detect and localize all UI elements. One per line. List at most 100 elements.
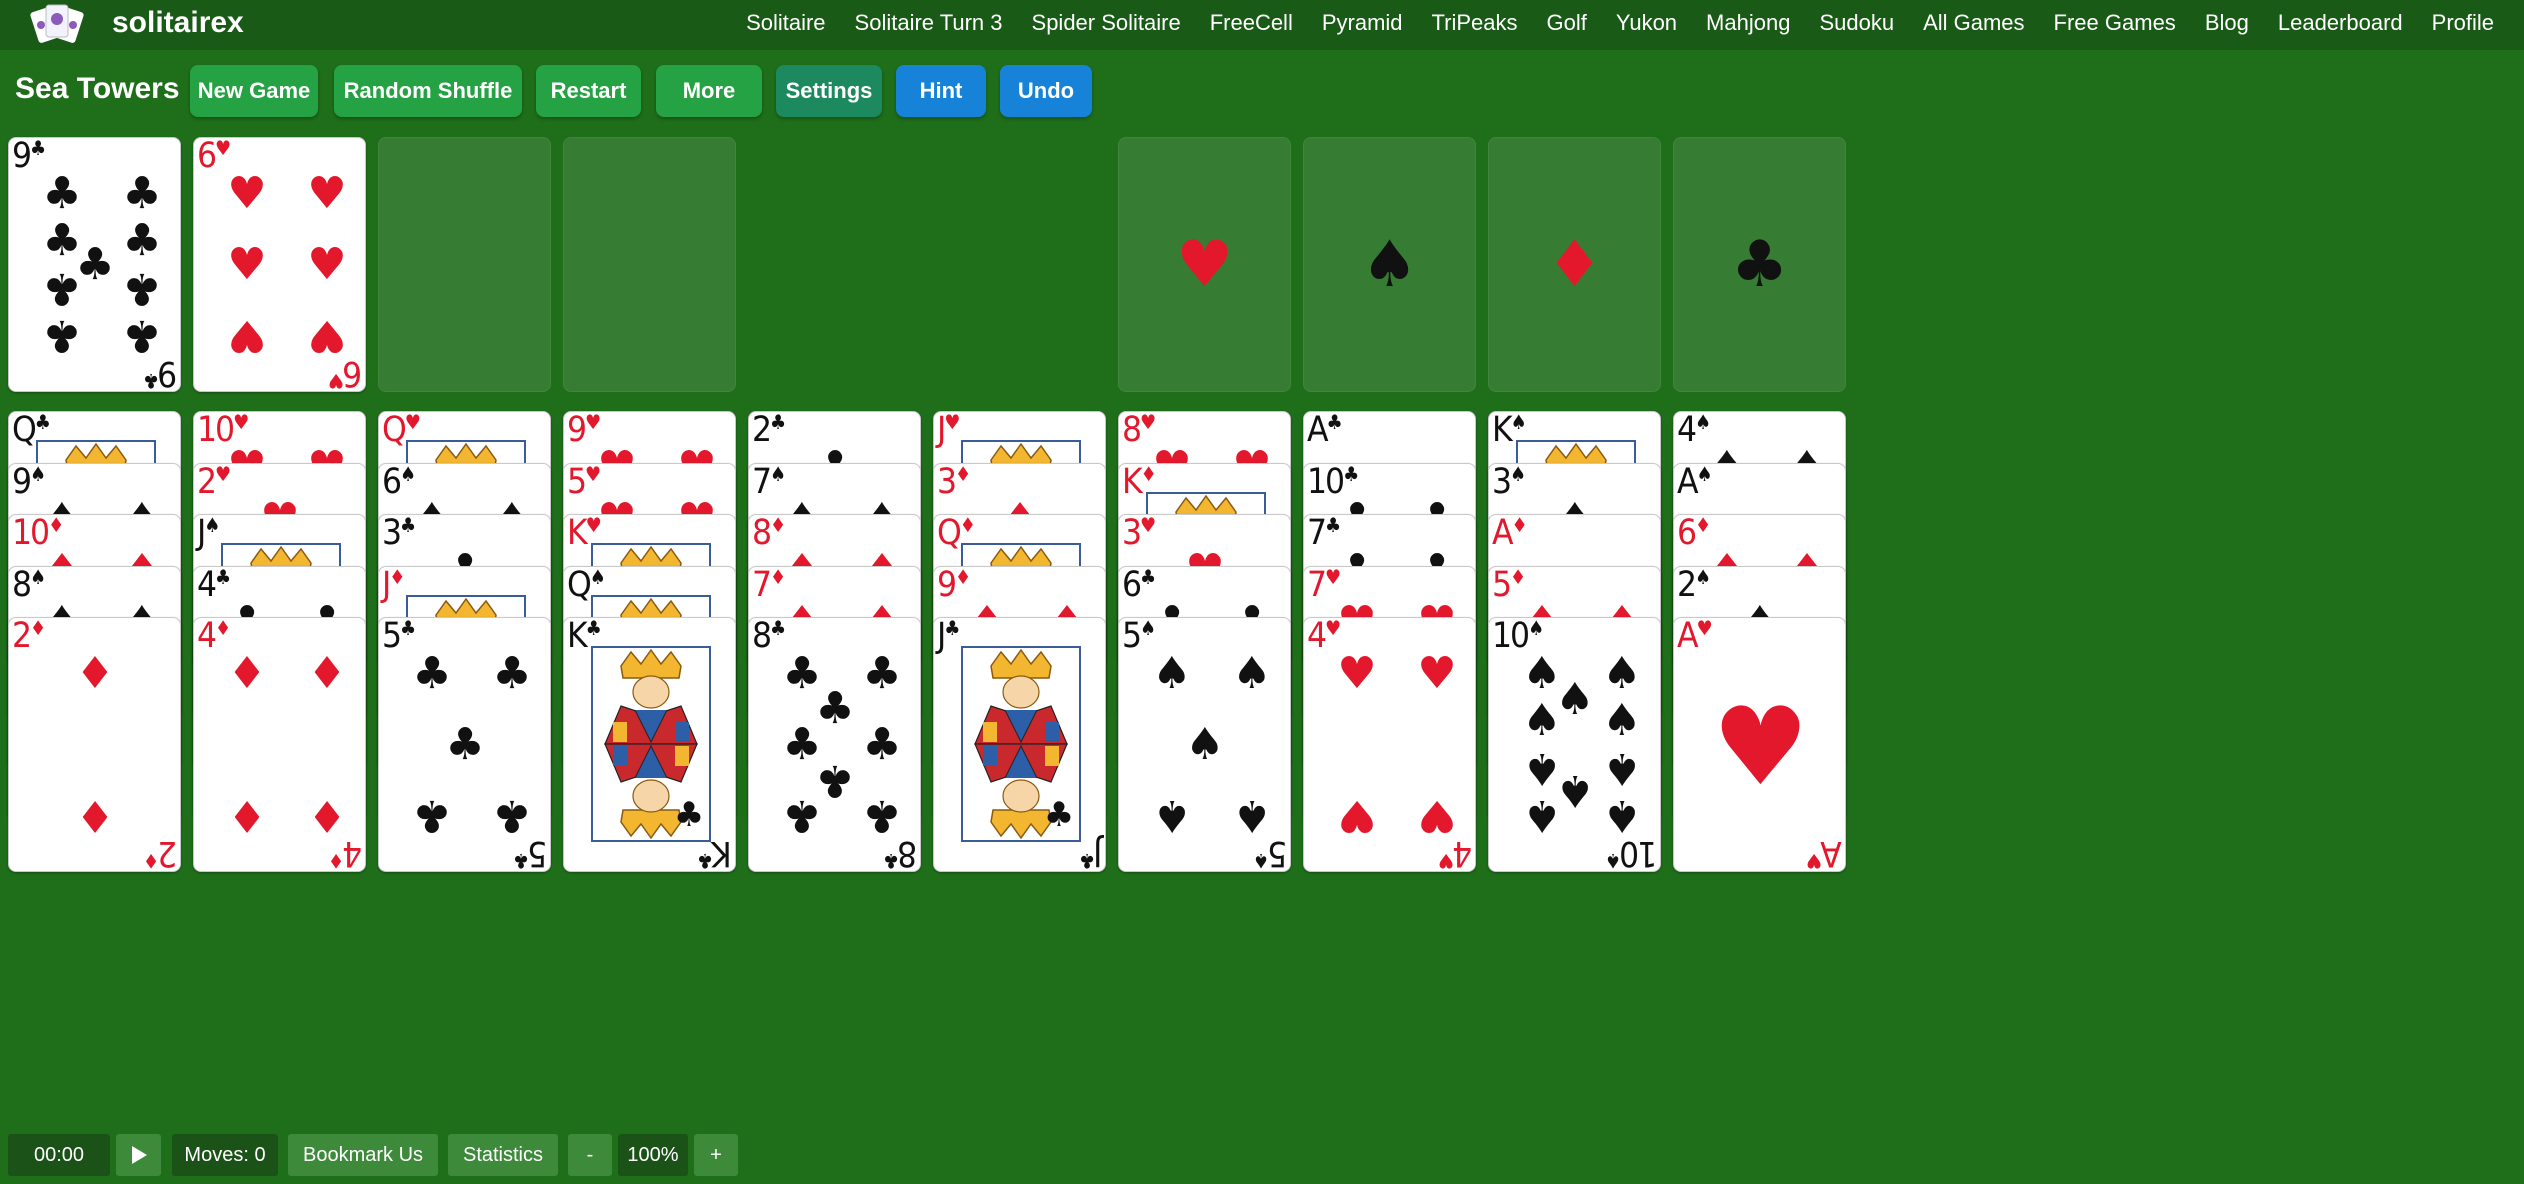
card-index-top: 4♥ bbox=[1307, 617, 1342, 656]
nav-golf[interactable]: Golf bbox=[1547, 10, 1587, 36]
club-pip-icon: ♣ bbox=[445, 719, 485, 770]
restart-button[interactable]: Restart bbox=[536, 65, 641, 117]
card-rank: 2 bbox=[158, 833, 177, 872]
card-rank: A bbox=[1307, 411, 1329, 450]
heart-icon: ♥ bbox=[1140, 514, 1157, 537]
card-4-of-diamonds[interactable]: 4♦ 4♦ ♦ ♦ ♦ ♦ bbox=[193, 617, 366, 872]
free-cell[interactable] bbox=[378, 137, 551, 392]
moves-counter: Moves: 0 bbox=[172, 1134, 278, 1176]
logo-cards-icon[interactable] bbox=[28, 3, 86, 45]
card-5-of-spades[interactable]: 5♠ 5♠ ♠ ♠ ♠ ♠ ♠ bbox=[1118, 617, 1291, 872]
card-index-top: 2♣ bbox=[752, 411, 786, 450]
card-index-top: 8♠ bbox=[12, 566, 46, 605]
nav-mahjong[interactable]: Mahjong bbox=[1706, 10, 1790, 36]
foundation-hearts[interactable]: ♥ bbox=[1118, 137, 1291, 392]
card-5-of-clubs[interactable]: 5♣ 5♣ ♣ ♣ ♣ ♣ ♣ bbox=[378, 617, 551, 872]
diamond-icon: ♦ bbox=[215, 617, 232, 640]
nav-blog[interactable]: Blog bbox=[2205, 10, 2249, 36]
card-rank: 8 bbox=[12, 566, 32, 605]
heart-icon: ♥ bbox=[1325, 617, 1342, 640]
free-cell[interactable] bbox=[563, 137, 736, 392]
card-rank: 8 bbox=[752, 514, 772, 553]
club-pip-icon: ♣ bbox=[492, 790, 532, 841]
card-10-of-spades[interactable]: 10♠ 10♠ ♠ ♠ ♠ ♠ ♠ ♠ ♠ ♠ ♠ ♠ bbox=[1488, 617, 1661, 872]
club-icon: ♣ bbox=[34, 411, 51, 434]
diamond-pip-icon: ♦ bbox=[307, 648, 347, 699]
foundation-diamonds[interactable]: ♦ bbox=[1488, 137, 1661, 392]
nav-all-games[interactable]: All Games bbox=[1923, 10, 2024, 36]
more-button[interactable]: More bbox=[656, 65, 762, 117]
statistics-button[interactable]: Statistics bbox=[448, 1134, 558, 1176]
club-pip-icon: ♣ bbox=[862, 648, 902, 699]
card-jack-of-clubs[interactable]: J♣ J♣ ♣ bbox=[933, 617, 1106, 872]
card-index-top: 8♥ bbox=[1122, 412, 1156, 450]
card-index-top: A♦ bbox=[1492, 514, 1528, 553]
card-rank: 3 bbox=[1492, 463, 1512, 502]
card-rank: 2 bbox=[1677, 566, 1697, 605]
card-6-of-hearts[interactable]: 6♥ 6♥ ♥ ♥ ♥ ♥ ♥ ♥ bbox=[193, 137, 366, 392]
card-king-of-clubs[interactable]: K♣ K♣ ♣ bbox=[563, 617, 736, 872]
spade-icon: ♠ bbox=[30, 463, 47, 486]
card-index-top: 3♦ bbox=[937, 464, 971, 502]
card-rank: 2 bbox=[12, 617, 32, 656]
card-index-top: 6♣ bbox=[1122, 567, 1156, 605]
settings-button[interactable]: Settings bbox=[776, 65, 882, 117]
card-index-top: 4♠ bbox=[1677, 412, 1711, 450]
card-rank: A bbox=[1677, 463, 1699, 502]
nav-yukon[interactable]: Yukon bbox=[1616, 10, 1677, 36]
play-button[interactable] bbox=[116, 1134, 161, 1176]
zoom-out-button[interactable]: - bbox=[568, 1134, 612, 1176]
undo-button[interactable]: Undo bbox=[1000, 65, 1092, 117]
nav-spider-solitaire[interactable]: Spider Solitaire bbox=[1032, 10, 1181, 36]
nav-leaderboard[interactable]: Leaderboard bbox=[2278, 10, 2403, 36]
club-icon: ♣ bbox=[512, 849, 529, 872]
nav-pyramid[interactable]: Pyramid bbox=[1322, 10, 1403, 36]
nav-solitaire-turn-3[interactable]: Solitaire Turn 3 bbox=[855, 10, 1003, 36]
bookmark-button[interactable]: Bookmark Us bbox=[288, 1134, 438, 1176]
card-index-top: 5♣ bbox=[382, 618, 416, 656]
game-title: Sea Towers bbox=[15, 72, 180, 105]
nav-freecell[interactable]: FreeCell bbox=[1210, 10, 1293, 36]
card-rank: 3 bbox=[382, 514, 402, 553]
brand-name[interactable]: solitairex bbox=[112, 6, 244, 40]
club-icon: ♣ bbox=[400, 514, 417, 537]
foundation-clubs[interactable]: ♣ bbox=[1673, 137, 1846, 392]
card-index-top: 9♠ bbox=[12, 463, 47, 502]
card-rank: 2 bbox=[752, 411, 772, 450]
club-icon: ♣ bbox=[30, 137, 47, 160]
card-9-of-clubs[interactable]: 9♣ 9♣ ♣ ♣ ♣ ♣ ♣ ♣ ♣ ♣ ♣ bbox=[8, 137, 181, 392]
card-index-top: A♥ bbox=[1677, 618, 1713, 656]
foundation-spades[interactable]: ♠ bbox=[1303, 137, 1476, 392]
card-rank: Q bbox=[567, 566, 592, 605]
jack-face-art-icon: ♣ bbox=[961, 646, 1081, 842]
random-shuffle-button[interactable]: Random Shuffle bbox=[334, 65, 522, 117]
spade-pip-icon: ♠ bbox=[1602, 648, 1642, 699]
diamond-icon: ♦ bbox=[1511, 514, 1528, 537]
nav-tripeaks[interactable]: TriPeaks bbox=[1432, 10, 1518, 36]
nav-sudoku[interactable]: Sudoku bbox=[1819, 10, 1894, 36]
card-4-of-hearts[interactable]: 4♥ 4♥ ♥ ♥ ♥ ♥ bbox=[1303, 617, 1476, 872]
spade-icon: ♠ bbox=[1696, 463, 1713, 486]
card-index-top: 6♥ bbox=[197, 138, 231, 176]
club-icon: ♣ bbox=[1343, 463, 1360, 486]
heart-pip-icon: ♥ bbox=[1337, 790, 1377, 841]
card-ace-of-hearts[interactable]: A♥ A♥ ♥ bbox=[1673, 617, 1846, 872]
nav-free-games[interactable]: Free Games bbox=[2054, 10, 2176, 36]
diamond-pip-icon: ♦ bbox=[307, 790, 347, 841]
spade-icon: ♠ bbox=[1510, 463, 1527, 486]
card-index-top: J♣ bbox=[937, 618, 960, 656]
card-rank: 9 bbox=[12, 137, 32, 176]
hint-button[interactable]: Hint bbox=[896, 65, 986, 117]
nav-solitaire[interactable]: Solitaire bbox=[746, 10, 825, 36]
heart-icon: ♥ bbox=[327, 369, 344, 392]
new-game-button[interactable]: New Game bbox=[190, 65, 318, 117]
spade-icon: ♠ bbox=[1140, 617, 1157, 640]
card-2-of-diamonds[interactable]: 2♦ 2♦ ♦ ♦ bbox=[8, 617, 181, 872]
club-pip-icon: ♣ bbox=[782, 790, 822, 841]
heart-pip-icon: ♥ bbox=[227, 239, 267, 290]
card-8-of-clubs[interactable]: 8♣ 8♣ ♣ ♣ ♣ ♣ ♣ ♣ ♣ ♣ bbox=[748, 617, 921, 872]
nav-profile[interactable]: Profile bbox=[2432, 10, 2494, 36]
zoom-in-button[interactable]: + bbox=[694, 1134, 738, 1176]
card-rank: K bbox=[1492, 411, 1513, 450]
card-index-top: 4♣ bbox=[197, 567, 231, 605]
